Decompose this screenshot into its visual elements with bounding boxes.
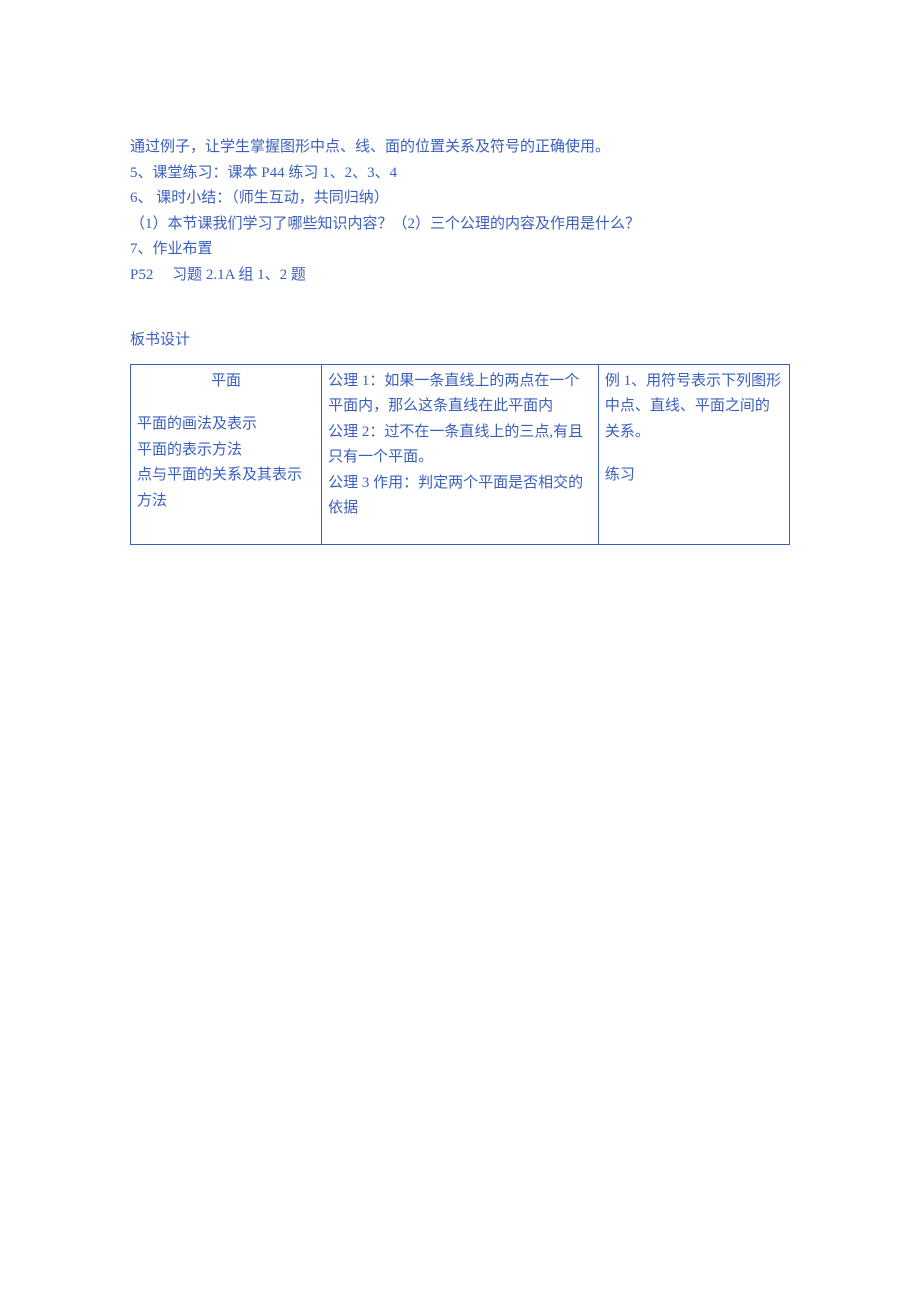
body-line: 7、作业布置 [130,237,790,263]
cell-line: 公理 1：如果一条直线上的两点在一个平面内，那么这条直线在此平面内 [328,369,592,420]
cell-line: 点与平面的关系及其表示方法 [137,463,315,514]
table-row: 平面 平面的画法及表示 平面的表示方法 点与平面的关系及其表示方法 公理 1：如… [131,364,790,544]
table-cell-col2: 公理 1：如果一条直线上的两点在一个平面内，那么这条直线在此平面内 公理 2：过… [322,364,599,544]
document-body: 通过例子，让学生掌握图形中点、线、面的位置关系及符号的正确使用。 5、课堂练习：… [130,135,790,288]
board-design-table: 平面 平面的画法及表示 平面的表示方法 点与平面的关系及其表示方法 公理 1：如… [130,364,790,545]
body-line: 5、课堂练习：课本 P44 练习 1、2、3、4 [130,161,790,187]
page-content: 通过例子，让学生掌握图形中点、线、面的位置关系及符号的正确使用。 5、课堂练习：… [0,0,920,545]
spacer [137,394,315,412]
cell-line: 练习 [605,463,783,489]
table-cell-col3: 例 1、用符号表示下列图形中点、直线、平面之间的关系。 练习 [598,364,789,544]
spacer [605,445,783,463]
cell-line: 平面的画法及表示 [137,412,315,438]
table-cell-col1: 平面 平面的画法及表示 平面的表示方法 点与平面的关系及其表示方法 [131,364,322,544]
body-line: 6、 课时小结：（师生互动，共同归纳） [130,186,790,212]
cell-line: 公理 2：过不在一条直线上的三点,有且只有一个平面。 [328,420,592,471]
section-title: 板书设计 [130,328,790,354]
body-line: 通过例子，让学生掌握图形中点、线、面的位置关系及符号的正确使用。 [130,135,790,161]
cell-line: 公理 3 作用：判定两个平面是否相交的依据 [328,471,592,522]
cell-line: 例 1、用符号表示下列图形中点、直线、平面之间的关系。 [605,369,783,446]
cell-title: 平面 [137,369,315,395]
body-line: P52 习题 2.1A 组 1、2 题 [130,263,790,289]
spacer [328,522,592,540]
body-line: （1）本节课我们学习了哪些知识内容？（2）三个公理的内容及作用是什么？ [130,212,790,238]
cell-line: 平面的表示方法 [137,438,315,464]
